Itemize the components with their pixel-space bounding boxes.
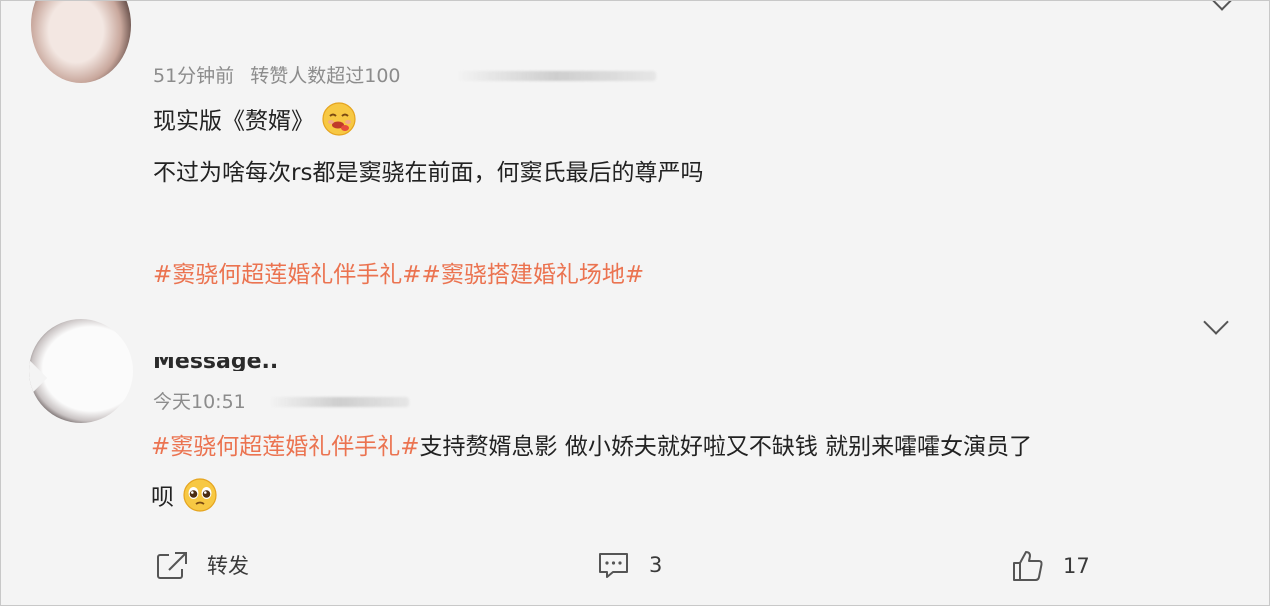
status-badge: 转赞人数超过100	[250, 65, 401, 87]
like-count: 17	[1063, 554, 1090, 578]
comment-text-line: #窦骁何超莲婚礼伴手礼#支持赘婿息影 做小娇夫就好啦又不缺钱 就别来嚯嚯女演员了	[151, 434, 1033, 460]
like-button[interactable]: 17	[1011, 549, 1090, 583]
repost-label: 转发	[207, 554, 249, 578]
hashtag-link[interactable]: #窦骁何超莲婚礼伴手礼##窦骁搭建婚礼场地#	[153, 255, 644, 289]
drooling-face-emoji	[321, 101, 357, 143]
comment-text-line: 呗	[151, 477, 219, 519]
pleading-face-emoji	[181, 477, 219, 519]
redacted-source	[269, 397, 409, 407]
thumbs-up-icon	[1013, 551, 1043, 581]
comment-button[interactable]: 3	[597, 549, 662, 581]
comment-meta: 51分钟前 转赞人数超过100	[153, 61, 401, 88]
comment-text-line: 不过为啥每次rs都是窦骁在前面，何窦氏最后的尊严吗	[153, 160, 704, 186]
chevron-down-icon[interactable]	[1209, 1, 1235, 11]
username[interactable]: Message..	[153, 357, 278, 371]
avatar[interactable]	[31, 1, 131, 83]
comment-icon	[599, 553, 628, 578]
avatar[interactable]	[29, 319, 133, 423]
share-icon	[157, 552, 187, 579]
chevron-down-icon[interactable]	[1203, 309, 1229, 335]
comment-feed: 51分钟前 转赞人数超过100 现实版《赘婿》 不过为啥每次rs都是窦骁在前面，…	[0, 0, 1270, 606]
comment-time: 今天10:51	[153, 391, 246, 413]
hashtag-link[interactable]: #窦骁何超莲婚礼伴手礼#	[151, 434, 420, 460]
comment-text-line: 现实版《赘婿》	[153, 101, 357, 143]
comment-time: 51分钟前	[153, 65, 235, 87]
repost-button[interactable]: 转发	[155, 549, 249, 581]
comment-count: 3	[649, 553, 663, 577]
redacted-source	[456, 71, 656, 81]
